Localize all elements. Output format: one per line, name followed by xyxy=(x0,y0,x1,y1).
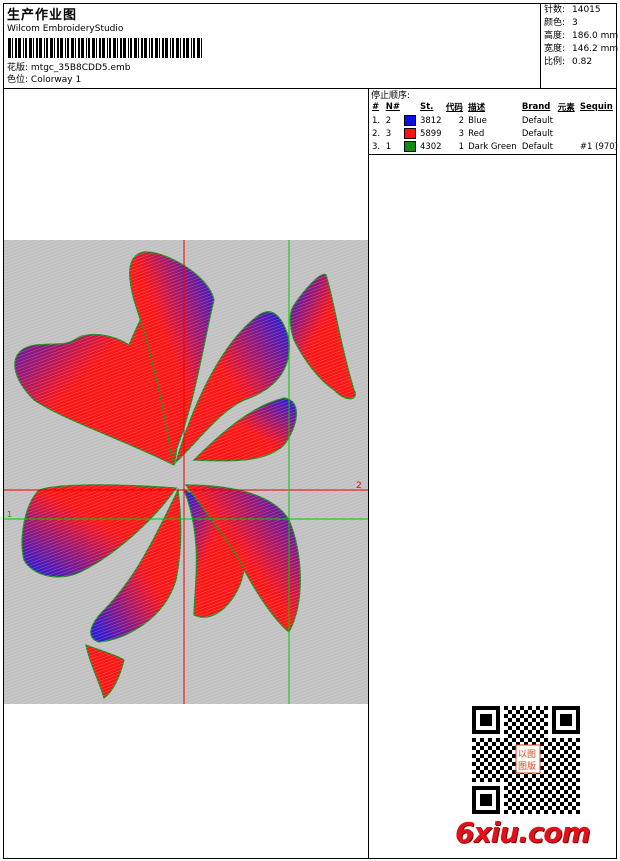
qr-stamp-bottom: 图版 xyxy=(518,760,536,772)
color-swatch xyxy=(403,115,416,126)
thread-row: 1. 2 3812 2 Blue Default xyxy=(370,114,620,127)
design-preview: 2 1 xyxy=(4,240,368,704)
barcode xyxy=(8,38,202,58)
cell-stitches: 4302 xyxy=(419,141,442,152)
cell-num: 1. xyxy=(372,115,381,126)
embroidery-flower xyxy=(4,240,368,704)
design-filename: mtgc_35B8CDD5.emb xyxy=(30,63,131,73)
thread-row: 2. 3 5899 3 Red Default xyxy=(370,127,620,140)
colorway-label: 色位: xyxy=(7,75,29,85)
cell-desc: Red xyxy=(468,128,485,139)
software-name: Wilcom EmbroideryStudio xyxy=(7,24,124,34)
qr-stamp-top: 以图 xyxy=(518,749,536,760)
stat-width: 宽度: 146.2 mm xyxy=(544,44,619,54)
col-header: Sequin xyxy=(579,102,613,112)
cell-code: 2 xyxy=(458,115,465,126)
design-label: 花版: xyxy=(7,63,29,73)
table-divider xyxy=(368,154,617,155)
cell-num: 2. xyxy=(372,128,381,139)
col-header: # xyxy=(372,102,380,112)
cell-swatch xyxy=(402,127,418,140)
watermark-logo: 6xiu.com xyxy=(455,816,591,849)
stat-scale: 比例: 0.82 xyxy=(544,57,593,67)
cell-sequin: #1 (970) xyxy=(579,141,618,152)
colorway-value: Colorway 1 xyxy=(30,75,82,85)
color-swatch xyxy=(403,141,416,152)
col-header: N# xyxy=(385,102,400,112)
column-divider xyxy=(368,88,369,859)
design-info: 花版: mtgc_35B8CDD5.emb 色位: Colorway 1 xyxy=(7,62,130,86)
col-header: 代码 xyxy=(445,103,463,113)
cell-brand: Default xyxy=(521,115,553,126)
cell-element xyxy=(556,114,578,127)
stats-list: 针数: 14015 颜色: 3 高度: 186.0 mm 宽度: 146.2 mm 比例… xyxy=(544,4,618,69)
header-divider xyxy=(3,88,617,89)
color-swatch xyxy=(403,128,416,139)
qr-code: 以图 图版 xyxy=(470,705,582,815)
stat-colors: 颜色: 3 xyxy=(544,18,578,28)
thread-table: # N# St. 代码 描述 Brand 元素 Sequin 1. 2 3812 2 B… xyxy=(370,100,620,153)
col-header: 元素 xyxy=(557,103,575,113)
cell-sequin xyxy=(578,127,620,140)
cell-n: 3 xyxy=(385,128,392,139)
cell-element xyxy=(556,140,578,153)
col-header: Brand xyxy=(521,102,551,112)
cell-swatch xyxy=(402,140,418,153)
thread-row: 3. 1 4302 1 Dark Green Default #1 (970) xyxy=(370,140,620,153)
cell-sequin xyxy=(578,114,620,127)
cell-brand: Default xyxy=(521,128,553,139)
cell-code: 3 xyxy=(458,128,465,139)
cell-n: 2 xyxy=(385,115,392,126)
cell-swatch xyxy=(402,114,418,127)
col-header xyxy=(402,100,418,114)
col-header: 描述 xyxy=(468,103,486,113)
col-header: St. xyxy=(419,102,434,112)
cell-brand: Default xyxy=(521,141,553,152)
cell-desc: Blue xyxy=(468,115,487,126)
cell-stitches: 3812 xyxy=(419,115,442,126)
cell-num: 3. xyxy=(372,141,381,152)
red-guide-marker: 2 xyxy=(356,481,362,491)
stat-stitches: 针数: 14015 xyxy=(544,5,601,15)
cell-stitches: 5899 xyxy=(419,128,442,139)
cell-desc: Dark Green xyxy=(468,141,517,152)
cell-code: 1 xyxy=(458,141,465,152)
cell-n: 1 xyxy=(385,141,392,152)
green-guide-marker: 1 xyxy=(7,510,12,519)
page-title: 生产作业图 xyxy=(7,8,78,23)
cell-element xyxy=(556,127,578,140)
stat-height: 高度: 186.0 mm xyxy=(544,31,619,41)
